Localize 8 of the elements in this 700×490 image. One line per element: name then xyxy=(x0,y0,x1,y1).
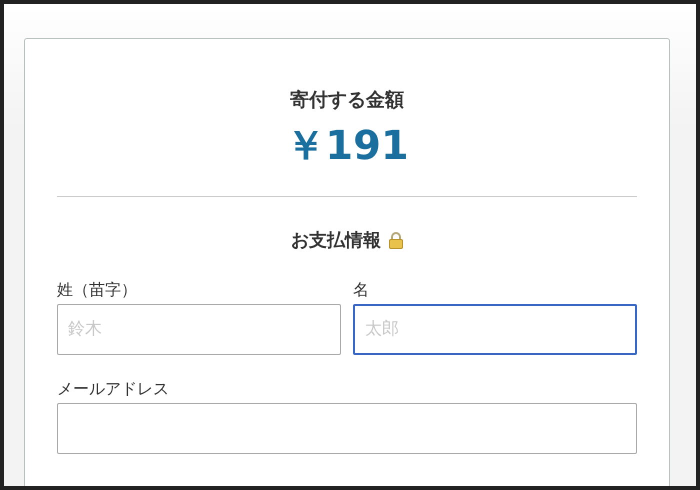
donation-title: 寄付する金額 xyxy=(289,89,405,112)
donation-amount: ￥191 xyxy=(285,122,409,170)
field-label: 姓（苗字） xyxy=(57,280,138,299)
field-label: 名 xyxy=(353,280,370,299)
input-field[interactable] xyxy=(57,403,637,454)
lock-icon xyxy=(389,232,403,249)
payment-title: お支払情報 xyxy=(291,228,381,253)
field-label: メールアドレス xyxy=(57,378,170,398)
